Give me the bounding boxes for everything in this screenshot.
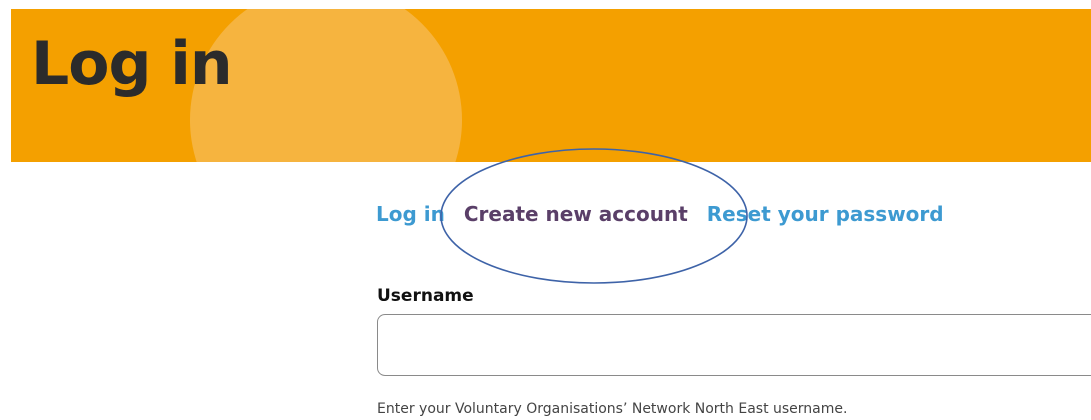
tab-log-in[interactable]: Log in <box>376 202 445 226</box>
username-input[interactable] <box>377 314 1091 376</box>
page-header-banner: Log in <box>11 9 1091 162</box>
account-tabs: Log in Create new account Reset your pas… <box>376 198 944 230</box>
tab-create-new-account[interactable]: Create new account <box>464 202 688 226</box>
tab-reset-password[interactable]: Reset your password <box>707 202 944 226</box>
username-description: Enter your Voluntary Organisations’ Netw… <box>377 401 848 417</box>
page-title: Log in <box>31 29 233 99</box>
username-label: Username <box>377 286 474 306</box>
